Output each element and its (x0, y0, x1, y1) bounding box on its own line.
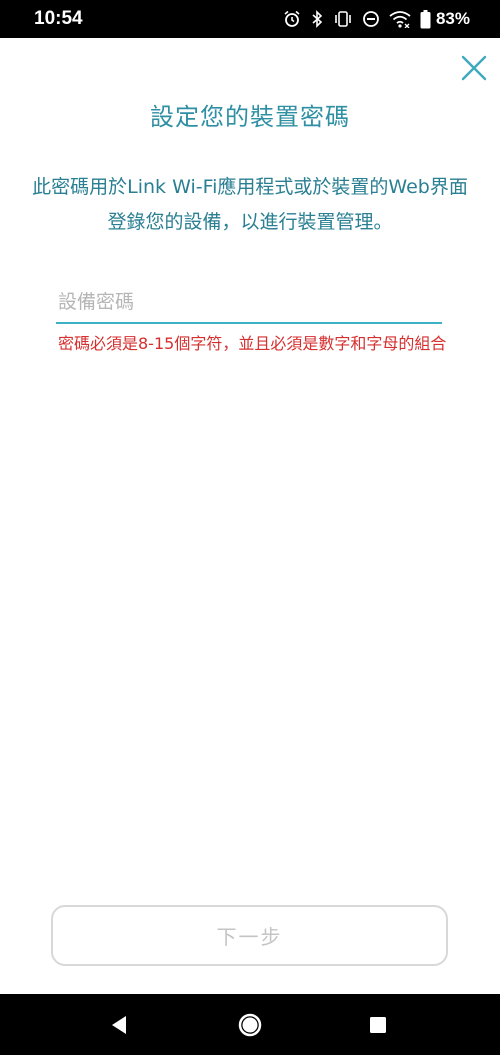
status-icons: 83% (283, 7, 470, 31)
page-title: 設定您的裝置密碼 (150, 103, 350, 131)
device-password-input[interactable] (56, 282, 442, 324)
app-screen: 10:54 83% 設定您的裝置密碼 此密碼用於Link Wi-Fi應用程式或於… (0, 0, 500, 1055)
home-button[interactable] (234, 1009, 266, 1041)
battery-percentage: 83% (435, 9, 470, 28)
description-text: 此密碼用於Link Wi-Fi應用程式或於裝置的Web界面登錄您的設備，以進行裝… (32, 176, 468, 233)
battery-icon (420, 9, 431, 28)
next-button[interactable]: 下一步 (51, 905, 448, 966)
close-button[interactable] (460, 54, 488, 82)
recents-button[interactable] (362, 1009, 394, 1041)
bluetooth-icon (312, 10, 323, 28)
close-icon (461, 55, 487, 81)
status-time: 10:54 (34, 8, 83, 29)
back-icon (112, 1016, 126, 1034)
vibrate-icon (335, 11, 351, 27)
do-not-disturb-icon (363, 11, 379, 27)
alarm-icon (284, 10, 300, 27)
password-field (56, 282, 442, 326)
wifi-icon (389, 11, 411, 28)
status-bar: 10:54 83% (0, 0, 500, 38)
password-error-message: 密碼必須是8-15個字符，並且必須是數字和字母的組合 (58, 334, 447, 353)
next-button-label: 下一步 (216, 925, 283, 949)
back-button[interactable] (104, 1009, 136, 1041)
navigation-bar (0, 994, 500, 1055)
recents-icon (370, 1017, 386, 1033)
home-icon (238, 1013, 262, 1037)
